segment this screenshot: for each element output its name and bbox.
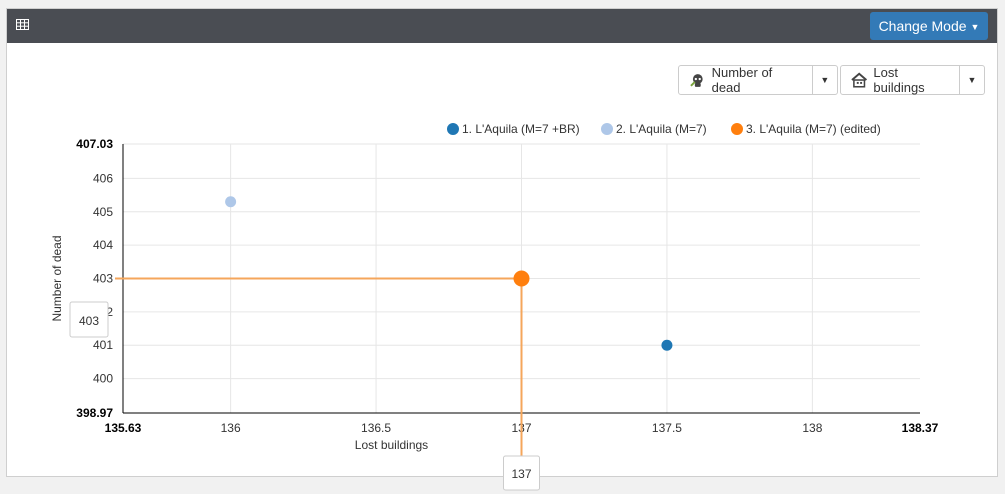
y-tick-label: 398.97 (76, 406, 113, 420)
legend-label: 1. L'Aquila (M=7 +BR) (462, 122, 580, 136)
legend-label: 2. L'Aquila (M=7) (616, 122, 707, 136)
y-tick-label: 401 (93, 338, 113, 352)
y-axis-title: Number of dead (50, 235, 64, 321)
legend-marker[interactable] (731, 123, 743, 135)
x-tick-label: 138.37 (902, 421, 939, 435)
data-point[interactable] (661, 339, 673, 351)
crosshair-x-label: 137 (511, 467, 531, 481)
legend-label: 3. L'Aquila (M=7) (edited) (746, 122, 881, 136)
y-tick-label: 404 (93, 238, 113, 252)
y-tick-label: 400 (93, 372, 113, 386)
legend-marker[interactable] (447, 123, 459, 135)
data-point[interactable] (225, 196, 237, 208)
data-point[interactable] (513, 270, 530, 287)
x-tick-label: 137.5 (652, 421, 682, 435)
x-tick-label: 136 (221, 421, 241, 435)
x-tick-label: 135.63 (105, 421, 142, 435)
y-tick-label: 403 (93, 272, 113, 286)
y-tick-label: 407.03 (76, 137, 113, 151)
x-tick-label: 138 (802, 421, 822, 435)
y-tick-label: 406 (93, 171, 113, 185)
crosshair-y-label: 403 (79, 314, 99, 328)
y-tick-label: 405 (93, 205, 113, 219)
scatter-chart: 135.63 136 136.5 137 137.5 138 138.37 398.97 400… (50, 122, 939, 491)
legend-marker[interactable] (601, 123, 613, 135)
x-tick-label: 136.5 (361, 421, 391, 435)
x-axis-title: Lost buildings (355, 438, 428, 452)
